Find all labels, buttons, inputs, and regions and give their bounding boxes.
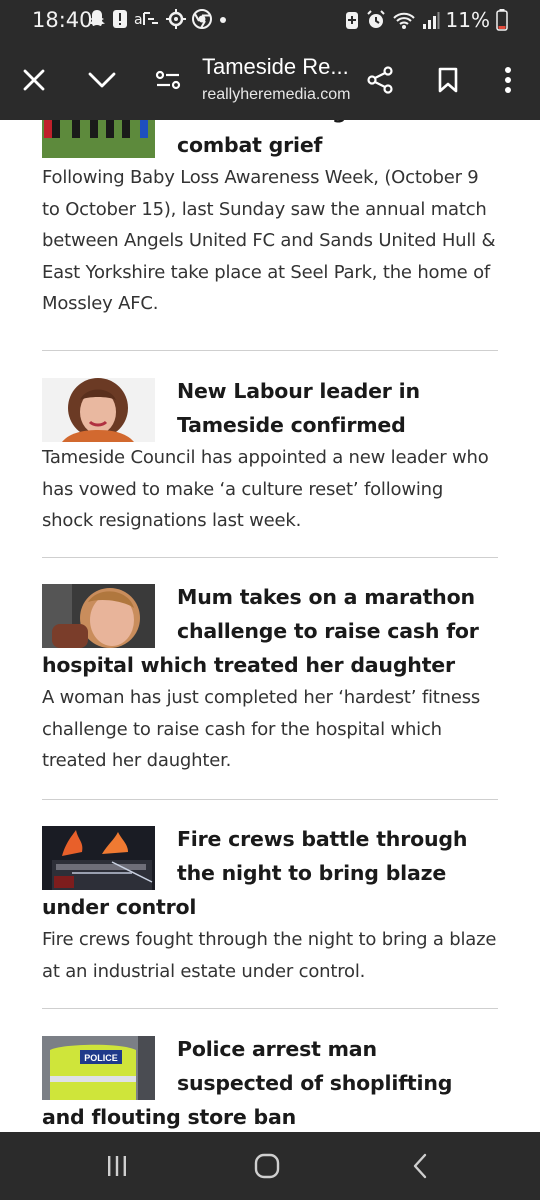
recent-apps-icon	[108, 1156, 126, 1176]
signal-icon	[422, 12, 440, 29]
bookmark-button[interactable]	[428, 60, 468, 100]
page-info-button[interactable]	[148, 60, 188, 100]
police-badge-text: POLICE	[84, 1053, 118, 1063]
fire-blaze-image	[42, 826, 155, 890]
football-team-image	[42, 120, 155, 158]
status-bar: 18:40 a 11%	[0, 0, 540, 40]
battery-saver-icon	[345, 12, 358, 29]
recent-apps-button[interactable]	[97, 1148, 137, 1184]
battery-icon	[496, 9, 508, 31]
article-item[interactable]: Fire crews battle through the night to b…	[42, 822, 498, 987]
bookmark-icon	[438, 67, 458, 93]
article-summary: Following Baby Loss Awareness Week, (Oct…	[42, 167, 496, 314]
status-right-icons: 11%	[344, 8, 508, 32]
divider	[42, 350, 498, 351]
divider	[42, 557, 498, 558]
svg-text:a: a	[134, 12, 143, 28]
minimize-button[interactable]	[82, 60, 122, 100]
snapchat-icon	[89, 10, 105, 26]
home-button[interactable]	[247, 1148, 287, 1184]
home-icon	[254, 1153, 280, 1179]
page-title[interactable]: Tameside Re...	[202, 54, 352, 80]
share-button[interactable]	[360, 60, 400, 100]
close-button[interactable]	[14, 60, 54, 100]
chevron-down-icon	[88, 72, 116, 88]
status-time: 18:40	[32, 8, 93, 32]
more-vert-icon	[505, 67, 511, 93]
article-thumbnail[interactable]	[42, 378, 155, 442]
close-icon	[23, 69, 45, 91]
article-item[interactable]: POLICE Police arrest man suspected of sh…	[42, 1032, 498, 1132]
article-summary: A woman has just completed her ‘hardest’…	[42, 687, 481, 771]
alert-icon	[113, 10, 127, 28]
marathon-runner-image	[42, 584, 155, 648]
article-list: Dads come together to combat grief Follo…	[0, 120, 540, 1132]
back-button[interactable]	[400, 1148, 440, 1184]
article-item[interactable]: Mum takes on a marathon challenge to rai…	[42, 580, 498, 777]
article-item[interactable]: Dads come together to combat grief Follo…	[42, 120, 498, 320]
battery-percent: 11%	[445, 8, 490, 32]
back-icon	[413, 1153, 427, 1179]
article-thumbnail[interactable]	[42, 120, 155, 158]
page-settings-icon	[155, 70, 181, 90]
article-summary: Tameside Council has appointed a new lea…	[42, 447, 489, 531]
page-url[interactable]: reallyheremedia.com	[202, 86, 352, 104]
chrome-icon	[192, 9, 212, 29]
share-icon	[367, 66, 393, 94]
police-officer-image: POLICE	[42, 1036, 155, 1100]
article-thumbnail[interactable]	[42, 584, 155, 648]
article-thumbnail[interactable]	[42, 826, 155, 890]
divider	[42, 799, 498, 800]
settings-sun-icon	[166, 9, 186, 29]
alarm-icon	[366, 10, 385, 28]
article-summary: Fire crews fought through the night to b…	[42, 929, 497, 982]
more-options-button[interactable]	[488, 60, 528, 100]
custom-tab-toolbar: Tameside Re... reallyheremedia.com	[0, 40, 540, 120]
article-thumbnail[interactable]: POLICE	[42, 1036, 155, 1100]
dot-icon	[220, 17, 226, 23]
council-leader-portrait	[42, 378, 155, 442]
air-quality-icon: a	[134, 12, 158, 28]
divider	[42, 1008, 498, 1009]
status-left-icons: a	[88, 9, 228, 29]
article-item[interactable]: New Labour leader in Tameside confirmed …	[42, 374, 498, 537]
wifi-icon	[392, 12, 415, 29]
system-nav-bar	[0, 1132, 540, 1200]
